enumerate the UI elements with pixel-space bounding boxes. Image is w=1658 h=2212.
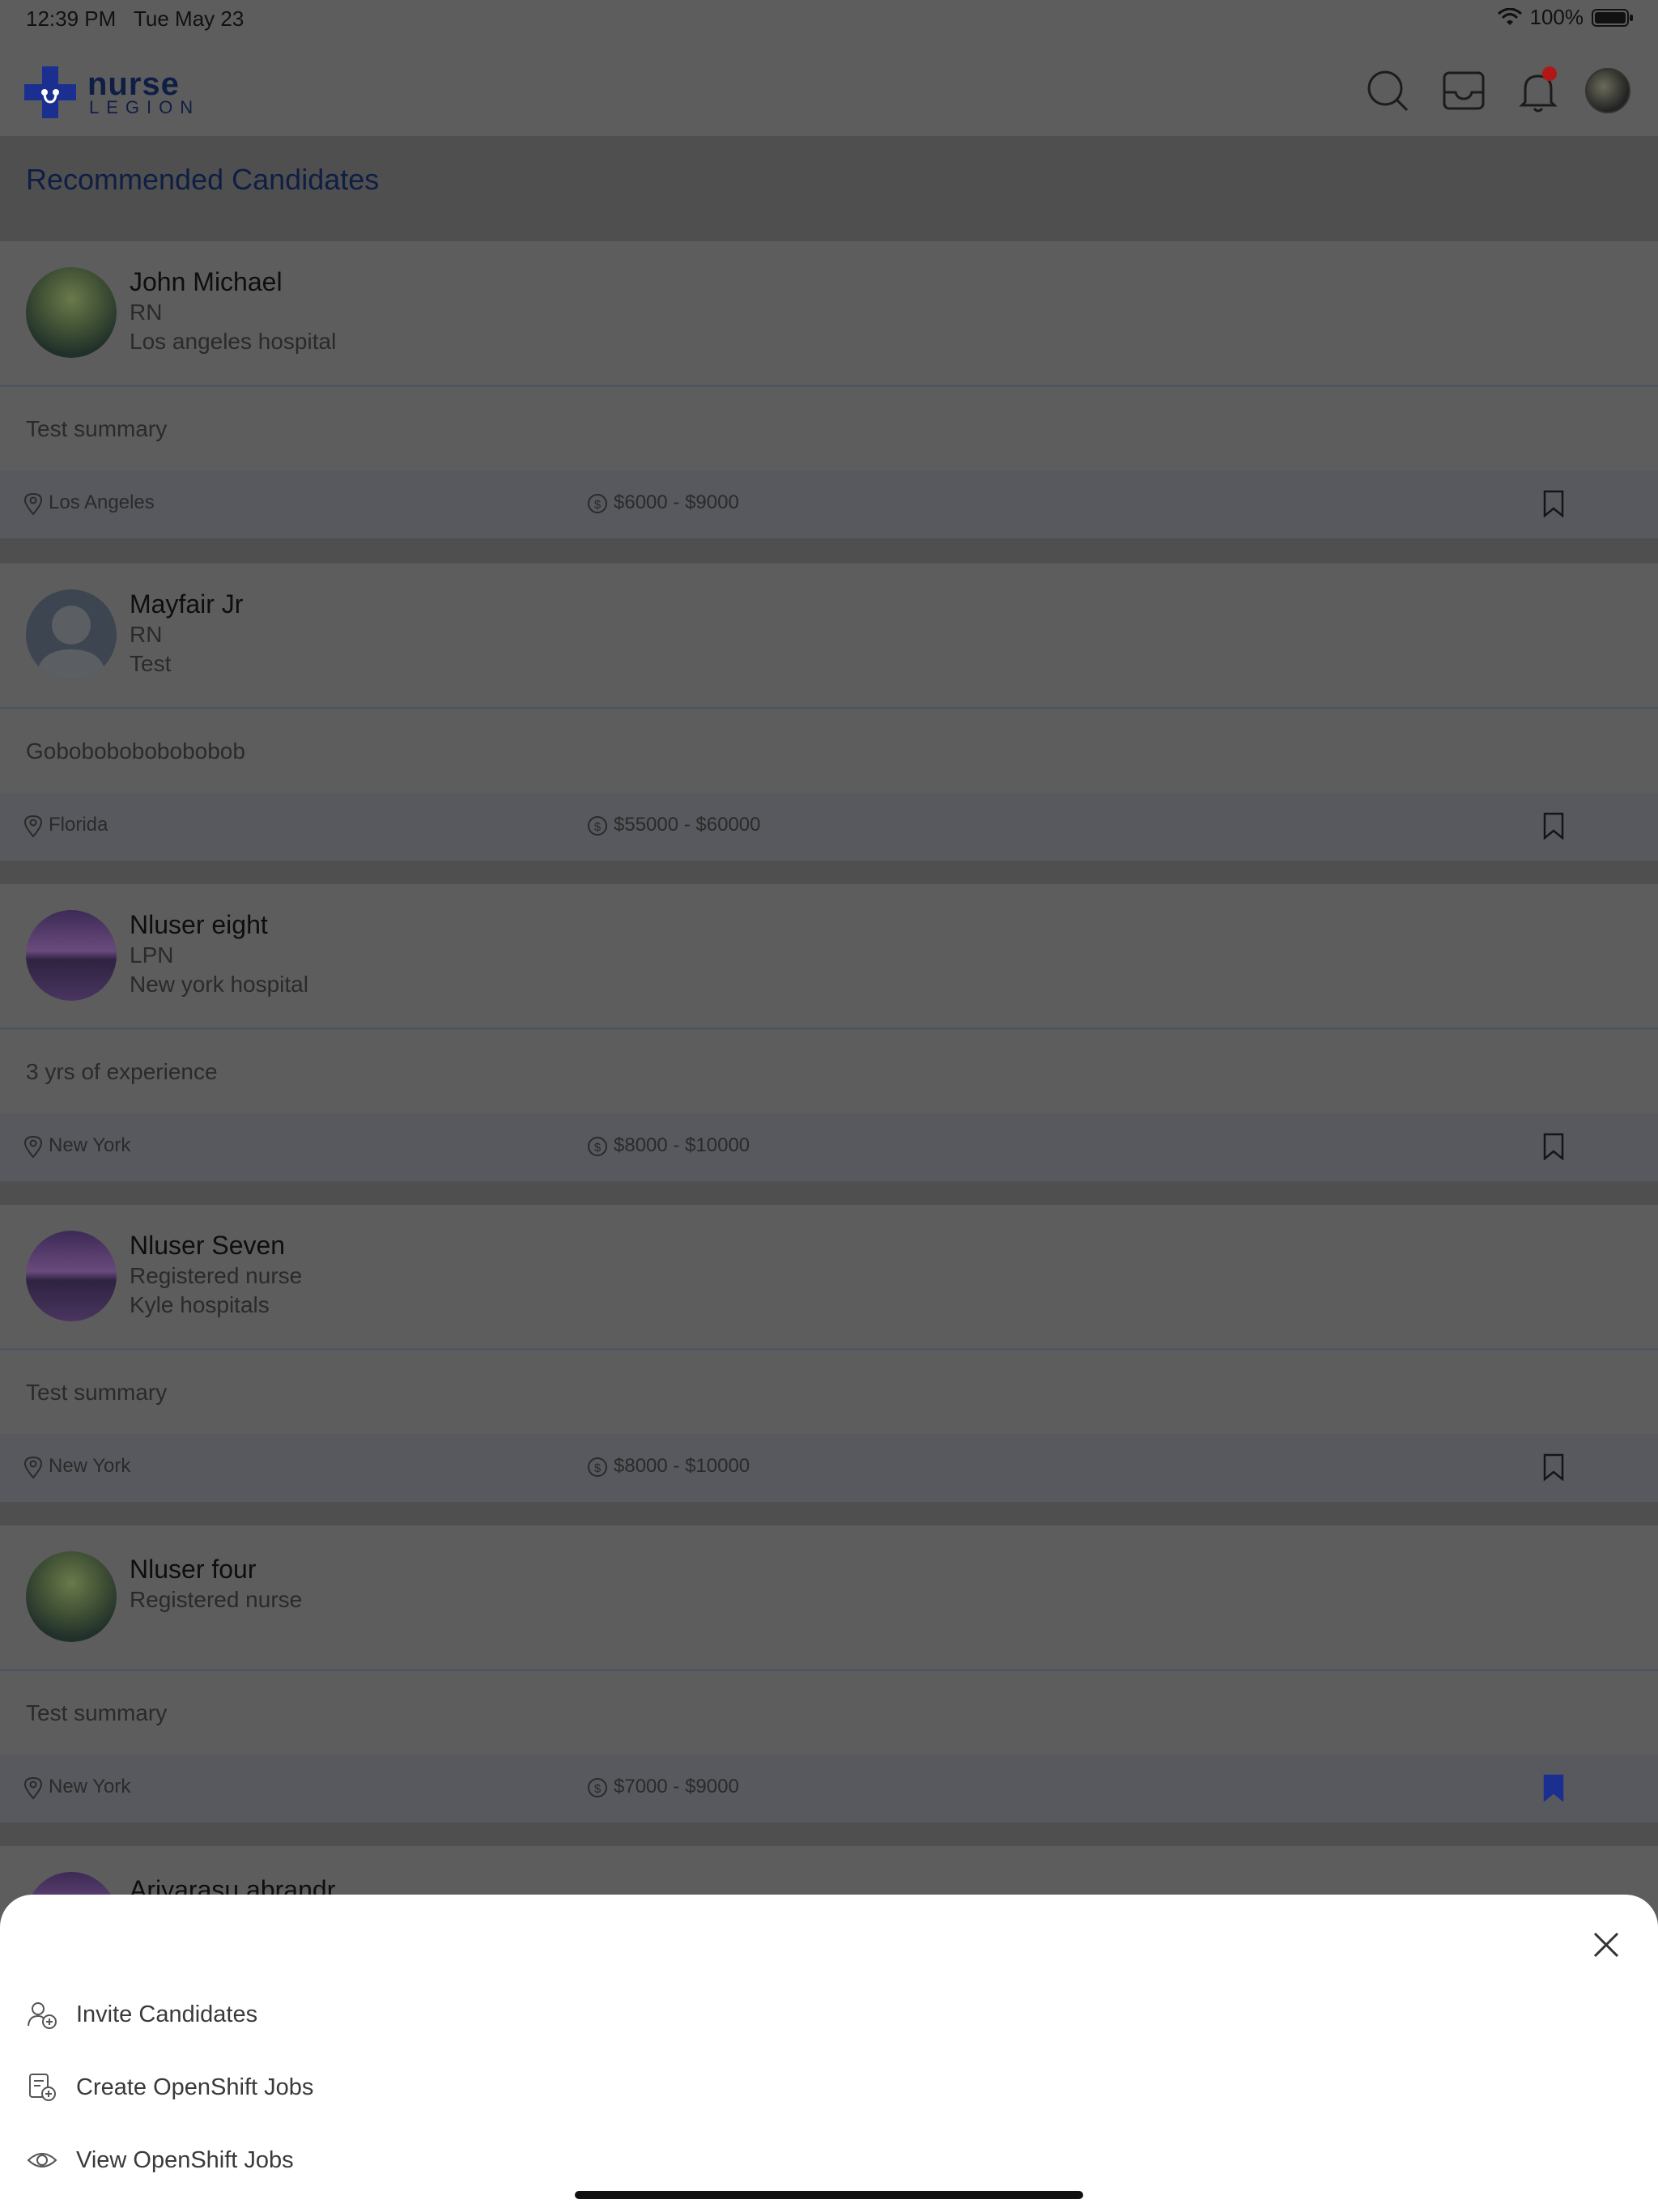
candidate-salary: $7000 - $9000 (614, 1776, 739, 1797)
card-separator (0, 538, 1658, 564)
default-avatar-icon (36, 606, 107, 680)
svg-text:$: $ (594, 1141, 602, 1155)
eye-icon (27, 2153, 57, 2167)
page-title: Recommended Candidates (26, 163, 380, 196)
menu-item-invite-candidates[interactable]: Invite Candidates (26, 1998, 257, 2031)
svg-text:$: $ (594, 1782, 602, 1796)
candidate-location: New York (49, 1455, 131, 1477)
create-job-icon (29, 2074, 56, 2101)
candidate-role: RN (130, 300, 163, 325)
dollar-icon: $ (588, 1778, 607, 1797)
close-icon[interactable] (1592, 1930, 1621, 1959)
home-indicator (575, 2191, 1083, 2199)
card-separator (0, 1502, 1658, 1527)
status-right: 100% (1497, 5, 1635, 30)
candidate-role: Registered nurse (130, 1587, 303, 1612)
menu-item-create-openshift-jobs[interactable]: Create OpenShift Jobs (26, 2071, 313, 2104)
bookmark-filled-icon[interactable] (1541, 1774, 1566, 1802)
candidate-summary: Test summary (26, 1700, 168, 1725)
logo-text-legion: LEGION (89, 97, 201, 117)
dollar-icon: $ (588, 816, 607, 836)
candidate-card[interactable]: John Michael RN Los angeles hospital Tes… (0, 241, 1658, 538)
candidate-salary: $8000 - $10000 (614, 1134, 750, 1156)
candidate-summary: Test summary (26, 1380, 168, 1405)
candidate-card[interactable]: Nluser eight LPN New york hospital 3 yrs… (0, 884, 1658, 1181)
menu-item-view-openshift-jobs[interactable]: View OpenShift Jobs (26, 2144, 294, 2176)
status-bar: 12:39 PM Tue May 23 100% (0, 0, 1658, 39)
dollar-icon: $ (588, 1137, 607, 1156)
card-separator (0, 1823, 1658, 1848)
candidate-card[interactable]: Nluser four Registered nurse Test summar… (0, 1525, 1658, 1823)
svg-text:$: $ (594, 498, 602, 512)
logo-cross-icon (24, 66, 76, 118)
candidate-org: New york hospital (130, 972, 308, 997)
location-pin-icon (23, 815, 43, 838)
candidate-summary: Gobobobobobobobob (26, 738, 245, 764)
candidate-role: RN (130, 622, 163, 647)
candidate-org: Test (130, 651, 172, 676)
menu-item-label: Invite Candidates (76, 2001, 258, 2027)
svg-text:$: $ (594, 1461, 602, 1475)
candidate-location: Los Angeles (49, 491, 155, 513)
bookmark-icon[interactable] (1541, 1133, 1566, 1160)
candidate-avatar (26, 267, 117, 358)
candidate-avatar (26, 1551, 117, 1642)
candidate-avatar (26, 1231, 117, 1321)
candidate-role: LPN (130, 942, 174, 968)
search-icon[interactable] (1363, 66, 1412, 115)
candidate-card[interactable]: Ariyarasu abrandr (0, 1846, 1658, 1895)
candidate-card[interactable]: Mayfair Jr RN Test Gobobobobobobobob Flo… (0, 564, 1658, 861)
status-time: 12:39 PM Tue May 23 (26, 6, 244, 31)
bookmark-icon[interactable] (1541, 812, 1566, 840)
candidate-card[interactable]: Nluser Seven Registered nurse Kyle hospi… (0, 1205, 1658, 1502)
candidate-name[interactable]: John Michael (130, 267, 283, 297)
candidate-location: Florida (49, 814, 108, 836)
app-logo[interactable]: nurse LEGION (24, 66, 202, 118)
battery-percent: 100% (1529, 5, 1584, 29)
candidate-org: Los angeles hospital (130, 329, 337, 354)
location-pin-icon (23, 1135, 43, 1159)
candidate-salary: $8000 - $10000 (614, 1455, 750, 1477)
invite-user-icon (28, 2002, 57, 2029)
location-pin-icon (23, 1776, 43, 1800)
candidate-avatar (26, 1872, 117, 1895)
location-pin-icon (23, 492, 43, 516)
menu-item-label: View OpenShift Jobs (76, 2146, 294, 2173)
profile-avatar[interactable] (1585, 68, 1630, 113)
card-separator (0, 861, 1658, 886)
inbox-icon[interactable] (1439, 66, 1488, 115)
bookmark-icon[interactable] (1541, 490, 1566, 517)
candidate-salary: $55000 - $60000 (614, 814, 761, 836)
wifi-icon (1497, 7, 1522, 25)
card-separator (0, 1181, 1658, 1206)
svg-text:$: $ (594, 820, 602, 834)
candidate-name[interactable]: Ariyarasu abrandr (130, 1875, 335, 1895)
bookmark-icon[interactable] (1541, 1453, 1566, 1481)
dollar-icon: $ (588, 494, 607, 513)
notification-dot (1542, 66, 1557, 81)
candidate-name[interactable]: Nluser four (130, 1555, 257, 1585)
candidate-role: Registered nurse (130, 1263, 303, 1288)
candidate-location: New York (49, 1776, 131, 1797)
candidate-summary: Test summary (26, 416, 168, 441)
candidate-avatar (26, 589, 117, 680)
candidate-location: New York (49, 1134, 131, 1156)
candidate-name[interactable]: Nluser Seven (130, 1231, 285, 1261)
dollar-icon: $ (588, 1457, 607, 1477)
candidate-name[interactable]: Mayfair Jr (130, 589, 243, 619)
candidate-summary: 3 yrs of experience (26, 1059, 218, 1084)
candidate-name[interactable]: Nluser eight (130, 910, 268, 940)
section-header: Recommended Candidates (0, 136, 1658, 241)
menu-item-label: Create OpenShift Jobs (76, 2074, 314, 2100)
candidate-salary: $6000 - $9000 (614, 491, 739, 513)
candidate-avatar (26, 910, 117, 1001)
battery-icon (1592, 8, 1633, 27)
candidate-org: Kyle hospitals (130, 1292, 270, 1317)
location-pin-icon (23, 1456, 43, 1479)
